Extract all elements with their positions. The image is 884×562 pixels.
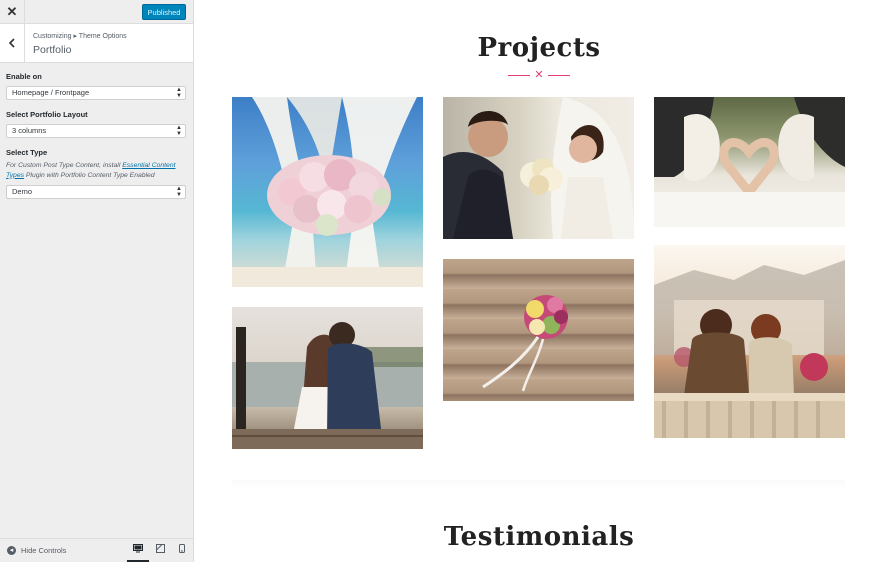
back-button[interactable] bbox=[0, 24, 25, 62]
hide-controls-button[interactable]: ◂ Hide Controls bbox=[7, 546, 66, 555]
type-select[interactable]: Demo ▲ ▼ bbox=[6, 185, 186, 199]
portfolio-photo-hands-heart[interactable] bbox=[654, 97, 845, 227]
divider-line bbox=[548, 75, 570, 76]
select-arrows-icon: ▲ ▼ bbox=[176, 87, 182, 99]
layout-select[interactable]: 3 columns ▲ ▼ bbox=[6, 124, 186, 138]
type-desc-suffix: Plugin with Portfolio Content Type Enabl… bbox=[24, 171, 155, 179]
projects-heading: Projects bbox=[477, 33, 601, 63]
section-header: Customizing ▸ Theme Options Portfolio bbox=[0, 24, 193, 63]
layout-label: Select Portfolio Layout bbox=[6, 110, 88, 119]
section-title: Portfolio bbox=[33, 44, 72, 56]
customizer-header: ✕ Published bbox=[0, 0, 193, 24]
cross-icon: ✕ bbox=[534, 69, 544, 81]
mobile-preview-button[interactable] bbox=[171, 544, 193, 562]
customizer-footer: ◂ Hide Controls bbox=[0, 538, 193, 562]
enable-on-select[interactable]: Homepage / Frontpage ▲ ▼ bbox=[6, 86, 186, 100]
type-desc-prefix: For Custom Post Type Content, install bbox=[6, 162, 123, 169]
enable-on-label: Enable on bbox=[6, 72, 42, 81]
type-label: Select Type bbox=[6, 148, 48, 157]
heading-divider: ✕ bbox=[508, 69, 570, 82]
testimonials-heading: Testimonials bbox=[443, 522, 635, 552]
mobile-icon bbox=[179, 544, 185, 553]
tablet-icon bbox=[155, 544, 165, 553]
select-arrows-icon: ▲ ▼ bbox=[176, 186, 182, 198]
enable-on-value: Homepage / Frontpage bbox=[12, 88, 90, 97]
customizer-sidebar: ✕ Published Customizing ▸ Theme Options … bbox=[0, 0, 194, 562]
portfolio-photo-bouquet-steps[interactable] bbox=[443, 259, 634, 401]
hide-controls-label: Hide Controls bbox=[21, 546, 67, 555]
publish-button[interactable]: Published bbox=[142, 4, 186, 20]
section-separator bbox=[232, 480, 845, 490]
type-value: Demo bbox=[12, 187, 33, 196]
close-icon[interactable]: ✕ bbox=[0, 0, 25, 24]
chevron-left-icon bbox=[8, 38, 15, 48]
select-arrows-icon: ▲ ▼ bbox=[176, 125, 182, 137]
breadcrumb: Customizing ▸ Theme Options bbox=[33, 33, 127, 40]
portfolio-photo-couple-bouquet[interactable] bbox=[443, 97, 634, 239]
site-preview: Projects ✕ Testimonials bbox=[194, 0, 884, 562]
portfolio-photo-wedding-arch[interactable] bbox=[232, 97, 423, 287]
tablet-preview-button[interactable] bbox=[149, 544, 171, 562]
type-description: For Custom Post Type Content, install Es… bbox=[6, 161, 188, 180]
layout-value: 3 columns bbox=[12, 126, 47, 135]
controls-panel: Enable on Homepage / Frontpage ▲ ▼ Select… bbox=[6, 72, 188, 199]
portfolio-photo-couple-bench[interactable] bbox=[654, 245, 845, 438]
desktop-icon bbox=[133, 544, 143, 553]
collapse-arrow-icon: ◂ bbox=[7, 546, 16, 555]
divider-line bbox=[508, 75, 530, 76]
desktop-preview-button[interactable] bbox=[127, 544, 149, 562]
portfolio-photo-couple-pier[interactable] bbox=[232, 307, 423, 449]
